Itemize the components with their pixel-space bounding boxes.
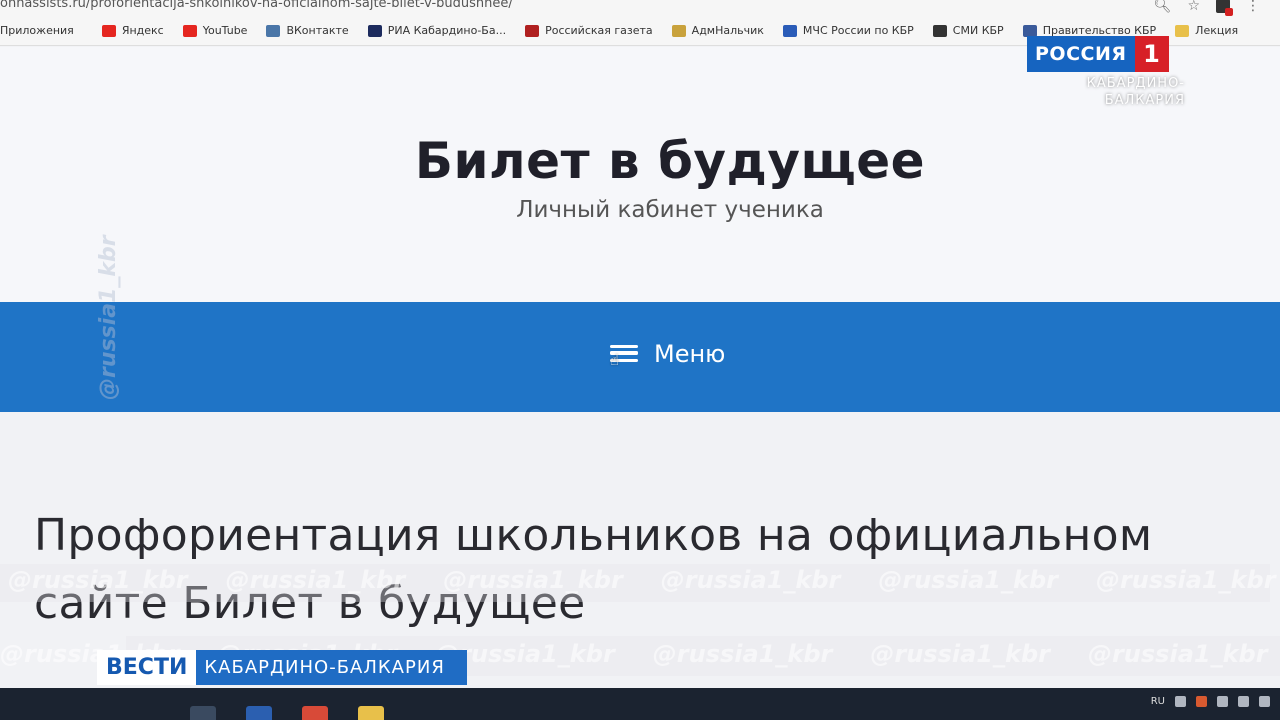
bookmark-label: Яндекс <box>121 24 164 37</box>
menu-button[interactable]: ☝ Меню <box>610 340 726 369</box>
address-bar-actions: 🔍︎ ☆ ⋮ <box>1154 0 1260 16</box>
word-icon[interactable] <box>246 706 272 720</box>
lower-third-brand: ВЕСТИ <box>97 650 197 685</box>
watermark-text: @russia1_kbr <box>443 566 623 594</box>
watermark-text: @russia1_kbr <box>660 566 841 594</box>
bookmark-item[interactable]: РИА Кабардино-Ба... <box>367 24 507 37</box>
bookmark-item[interactable]: Яндекс <box>101 24 164 37</box>
language-indicator[interactable]: RU <box>1151 696 1165 707</box>
menu-label: Меню <box>654 340 726 368</box>
address-bar[interactable]: ohnassists.ru/proforientacija-shkolnikov… <box>0 0 1280 16</box>
bookmark-label: ВКонтакте <box>286 24 349 37</box>
url-text[interactable]: ohnassists.ru/proforientacija-shkolnikov… <box>0 0 513 11</box>
hamburger-icon: ☝ <box>610 343 640 369</box>
watermark-text: @russia1_kbr <box>878 566 1058 594</box>
watermark-text: @russia1_kbr <box>225 566 406 594</box>
site-title[interactable]: Билет в будущее <box>0 132 1280 190</box>
emblem-icon <box>671 24 686 37</box>
flag-icon[interactable] <box>1217 696 1228 707</box>
channel-region: КАБАРДИНО-БАЛКАРИЯ <box>1086 76 1185 108</box>
tray-app-icon[interactable] <box>1196 696 1207 707</box>
watermark-text: @russia1_kbr <box>96 235 121 400</box>
watermark-vertical: @russia1_kbr <box>96 60 142 420</box>
hand-cursor-icon: ☝ <box>610 351 638 369</box>
chrome-icon[interactable] <box>302 706 328 720</box>
channel-logo: РОССИЯ 1 <box>1027 34 1187 74</box>
bookmark-label: СМИ КБР <box>952 24 1004 37</box>
site-subtitle: Личный кабинет ученика <box>516 197 824 223</box>
watermark-text: @russia1_kbr <box>1087 640 1268 668</box>
network-icon[interactable] <box>1259 696 1270 707</box>
watermark-text: @russia1_kbr <box>652 640 833 668</box>
bookmark-label: YouTube <box>202 24 248 37</box>
bookmark-item[interactable]: Приложения <box>0 24 74 37</box>
ria-icon <box>367 24 382 37</box>
yandex-icon <box>101 24 116 37</box>
folder-icon[interactable] <box>358 706 384 720</box>
os-taskbar: RU <box>0 688 1280 720</box>
watermark-row: @russia1_kbr @russia1_kbr @russia1_kbr @rus… <box>8 566 1280 594</box>
rg-icon <box>525 24 540 37</box>
vk-icon <box>266 24 281 37</box>
channel-name: РОССИЯ <box>1027 36 1135 72</box>
pen-icon <box>932 24 947 37</box>
bookmark-item[interactable]: МЧС России по КБР <box>782 24 914 37</box>
lower-third-region: КАБАРДИНО-БАЛКАРИЯ <box>196 650 468 685</box>
bookmark-item[interactable]: СМИ КБР <box>932 24 1004 37</box>
youtube-icon <box>182 24 197 37</box>
bookmark-label: Приложения <box>0 24 74 37</box>
more-menu-icon[interactable]: ⋮ <box>1246 0 1260 14</box>
watermark-text: @russia1_kbr <box>870 640 1050 668</box>
bookmark-item[interactable]: ВКонтакте <box>266 24 349 37</box>
tray-app-icon[interactable] <box>1175 696 1186 707</box>
lower-third: ВЕСТИ КАБАРДИНО-БАЛКАРИЯ <box>97 650 468 685</box>
watermark-text: @russia1_kbr <box>1095 566 1276 594</box>
taskbar-apps <box>190 706 384 720</box>
extension-icon[interactable] <box>1216 0 1233 16</box>
bookmark-label: АдмНальчик <box>691 24 764 37</box>
bookmark-item[interactable]: Российская газета <box>525 24 653 37</box>
taskbar-app-icon[interactable] <box>190 706 216 720</box>
system-tray: RU <box>1151 696 1270 707</box>
bookmark-label: МЧС России по КБР <box>802 24 914 37</box>
volume-icon[interactable] <box>1238 696 1249 707</box>
bookmark-label: РИА Кабардино-Ба... <box>387 24 507 37</box>
bookmark-item[interactable]: АдмНальчик <box>671 24 764 37</box>
mchs-icon <box>782 24 797 37</box>
bookmark-label: Лекция <box>1195 24 1239 37</box>
watermark-text: @russia1_kbr <box>8 566 188 594</box>
bookmark-label: Российская газета <box>545 24 653 37</box>
star-icon[interactable]: ☆ <box>1187 0 1200 14</box>
zoom-icon[interactable]: 🔍︎ <box>1154 0 1172 14</box>
channel-number: 1 <box>1134 36 1169 72</box>
bookmark-item[interactable]: YouTube <box>182 24 248 37</box>
